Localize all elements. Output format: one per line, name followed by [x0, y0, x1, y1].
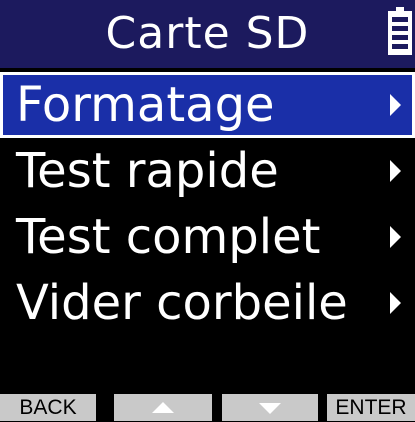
down-button[interactable]: [222, 394, 318, 421]
menu-item-test-rapide[interactable]: Test rapide: [0, 138, 415, 204]
triangle-up-icon: [152, 402, 174, 413]
chevron-right-icon: [390, 292, 401, 314]
menu-item-label: Test rapide: [16, 143, 279, 199]
chevron-right-icon: [390, 160, 401, 182]
device-screen: Carte SD Formatage Test rapide Test comp…: [0, 0, 415, 421]
menu-item-label: Formatage: [16, 77, 275, 133]
menu-item-label: Test complet: [16, 209, 321, 265]
chevron-right-icon: [390, 226, 401, 248]
menu-item-test-complet[interactable]: Test complet: [0, 204, 415, 270]
enter-button[interactable]: ENTER: [327, 394, 415, 421]
chevron-right-icon: [390, 94, 401, 116]
menu-item-vider-corbeile[interactable]: Vider corbeile: [0, 270, 415, 336]
title-bar: Carte SD: [0, 0, 415, 68]
screen-title: Carte SD: [105, 8, 310, 59]
battery-icon: [388, 7, 412, 55]
up-button[interactable]: [114, 394, 212, 421]
back-button[interactable]: BACK: [0, 394, 96, 421]
menu-item-label: Vider corbeile: [16, 275, 348, 331]
function-key-bar: BACK ENTER: [0, 394, 415, 421]
triangle-down-icon: [259, 403, 281, 414]
menu-item-formatage[interactable]: Formatage: [0, 72, 415, 138]
